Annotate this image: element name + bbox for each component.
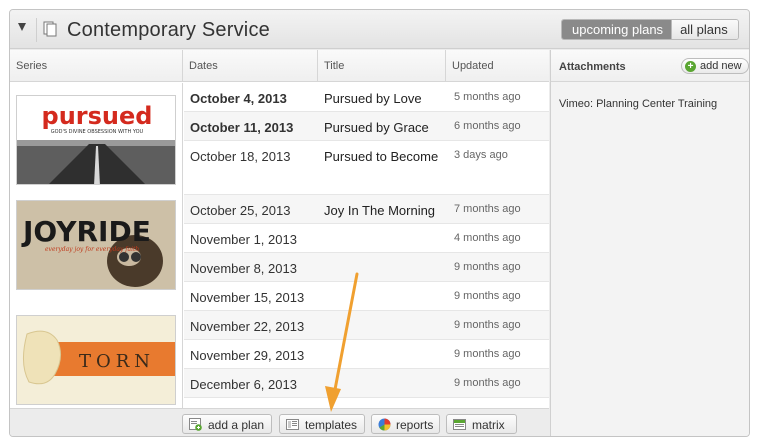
panel-header: Contemporary Service upcoming plans all … (10, 10, 749, 49)
plan-updated: 3 days ago (454, 149, 508, 161)
series-artwork-road: pursued GOD'S DIVINE OBSESSION WITH YOU (17, 96, 175, 184)
plan-row[interactable]: November 8, 2013 9 months ago (184, 253, 549, 282)
plan-updated: 6 months ago (454, 120, 521, 132)
table-footer-toolbar: add a plan templates reports matrix (10, 408, 549, 436)
plan-date[interactable]: October 18, 2013 (190, 149, 290, 164)
plan-date[interactable]: October 4, 2013 (190, 91, 287, 106)
plan-row[interactable]: October 18, 2013 Pursued to Become 3 days … (184, 141, 549, 195)
add-plan-label: add a plan (208, 418, 265, 432)
series-tagline-pursued: GOD'S DIVINE OBSESSION WITH YOU (51, 129, 144, 135)
plan-date[interactable]: November 22, 2013 (190, 319, 304, 334)
plan-row[interactable]: December 6, 2013 9 months ago (184, 369, 549, 398)
plan-row[interactable]: November 29, 2013 9 months ago (184, 340, 549, 369)
matrix-icon (453, 419, 466, 430)
column-header-dates[interactable]: Dates (183, 50, 318, 82)
plus-icon: + (685, 61, 696, 72)
pie-chart-icon (378, 418, 391, 431)
plan-title[interactable]: Pursued by Love (324, 91, 422, 106)
plan-title[interactable]: Pursued to Become (324, 149, 438, 164)
upcoming-plans-button[interactable]: upcoming plans (562, 20, 672, 39)
add-plan-icon (189, 418, 202, 431)
series-thumb-pursued[interactable]: pursued GOD'S DIVINE OBSESSION WITH YOU (16, 95, 176, 185)
plan-row[interactable]: October 11, 2013 Pursued by Grace 6 months… (184, 112, 549, 141)
plan-updated: 9 months ago (454, 377, 521, 389)
plan-row[interactable]: November 22, 2013 9 months ago (184, 311, 549, 340)
plan-updated: 9 months ago (454, 290, 521, 302)
plans-table: Series Dates Title Updated pursued GOD'S… (10, 50, 549, 436)
series-name-joyride: JOYRIDE (21, 215, 151, 248)
templates-button[interactable]: templates (279, 414, 365, 434)
series-tagline-joyride: everyday joy for everyday faith (45, 246, 139, 253)
matrix-button[interactable]: matrix (446, 414, 517, 434)
add-new-label: add new (700, 60, 742, 72)
plan-updated: 5 months ago (454, 91, 521, 103)
plan-row[interactable]: October 25, 2013 Joy In The Morning 7 mont… (184, 195, 549, 224)
series-name-torn: TORN (79, 351, 155, 372)
plan-updated: 9 months ago (454, 348, 521, 360)
plan-date[interactable]: November 29, 2013 (190, 348, 304, 363)
header-divider (36, 18, 37, 42)
plan-date[interactable]: November 15, 2013 (190, 290, 304, 305)
plan-title[interactable]: Pursued by Grace (324, 120, 429, 135)
plan-row[interactable]: November 15, 2013 9 months ago (184, 282, 549, 311)
templates-label: templates (305, 418, 358, 432)
plan-updated: 9 months ago (454, 319, 521, 331)
series-artwork-joyride: JOYRIDE everyday joy for everyday faith (17, 201, 175, 289)
plan-filter-toggle: upcoming plans all plans (561, 19, 739, 40)
attachments-heading: Attachments (559, 61, 626, 73)
plan-updated: 4 months ago (454, 232, 521, 244)
attachment-item[interactable]: Vimeo: Planning Center Training (559, 98, 717, 110)
plan-date[interactable]: November 8, 2013 (190, 261, 297, 276)
series-thumb-joyride[interactable]: JOYRIDE everyday joy for everyday faith (16, 200, 176, 290)
add-attachment-button[interactable]: + add new (681, 58, 749, 74)
service-type-title: Contemporary Service (67, 19, 270, 41)
series-thumb-torn[interactable]: TORN (16, 315, 176, 405)
reports-label: reports (396, 418, 434, 432)
add-plan-button[interactable]: add a plan (182, 414, 272, 434)
plan-row[interactable]: November 1, 2013 4 months ago (184, 224, 549, 253)
series-column: pursued GOD'S DIVINE OBSESSION WITH YOU … (10, 83, 183, 408)
templates-icon (286, 419, 299, 430)
plan-updated: 9 months ago (454, 261, 521, 273)
plan-date[interactable]: October 11, 2013 (190, 120, 293, 135)
plan-title[interactable]: Joy In The Morning (324, 203, 435, 218)
document-icon (43, 21, 57, 37)
plan-date[interactable]: December 6, 2013 (190, 377, 297, 392)
plan-row[interactable]: October 4, 2013 Pursued by Love 5 months a… (184, 83, 549, 112)
series-artwork-torn: TORN (17, 316, 175, 404)
plans-panel: Contemporary Service upcoming plans all … (9, 9, 750, 437)
series-name-pursued: pursued (42, 102, 153, 130)
collapse-toggle-icon[interactable] (18, 23, 26, 31)
plan-updated: 7 months ago (454, 203, 521, 215)
reports-button[interactable]: reports (371, 414, 440, 434)
attachments-panel: Attachments + add new Vimeo: Planning Ce… (550, 50, 749, 436)
column-header-series[interactable]: Series (10, 50, 183, 82)
matrix-label: matrix (472, 418, 505, 432)
column-header-title[interactable]: Title (318, 50, 446, 82)
plan-date[interactable]: October 25, 2013 (190, 203, 290, 218)
plan-date[interactable]: November 1, 2013 (190, 232, 297, 247)
column-header-updated[interactable]: Updated (446, 50, 549, 82)
attachments-header: Attachments + add new (551, 50, 749, 82)
all-plans-button[interactable]: all plans (671, 20, 738, 39)
